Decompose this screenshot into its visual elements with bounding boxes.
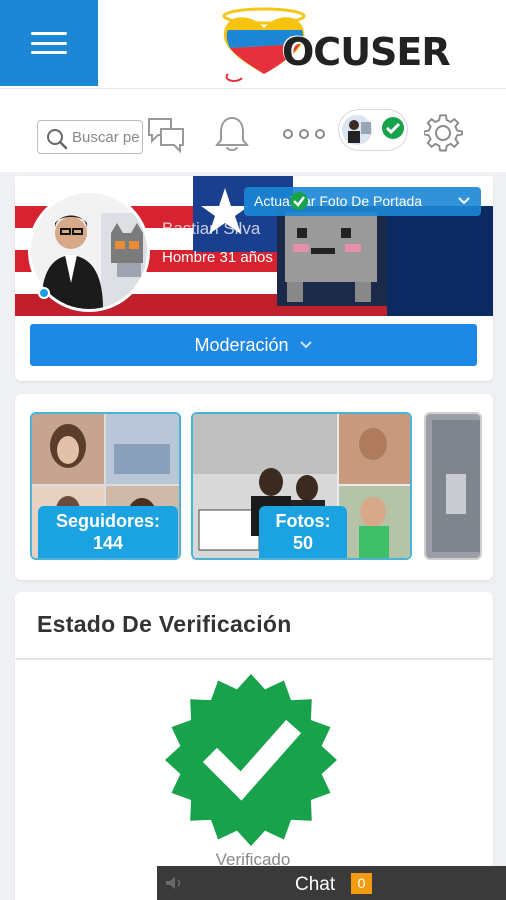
update-cover-button[interactable]: Actualizar Foto De Portada	[244, 187, 481, 216]
brand-logo[interactable]: OCUSER	[212, 4, 451, 86]
followers-stat: Seguidores: 144	[38, 506, 178, 558]
followers-label: Seguidores:	[55, 511, 161, 531]
photos-count: 50	[292, 533, 314, 553]
extra-thumbnail	[426, 414, 480, 558]
online-status-dot	[38, 287, 50, 299]
more-dots-icon[interactable]	[282, 128, 326, 140]
followers-tile[interactable]: Seguidores: 144	[30, 412, 181, 560]
moderation-button[interactable]: Moderación	[30, 324, 477, 366]
chevron-down-icon	[299, 341, 312, 349]
profile-name: Bastian Silva	[162, 219, 261, 238]
chevron-down-icon	[458, 197, 470, 205]
gear-icon[interactable]	[424, 114, 464, 154]
update-cover-label: Actualizar Foto De Portada	[254, 193, 423, 209]
chat-bubbles-icon[interactable]	[146, 116, 186, 154]
search-box[interactable]	[37, 120, 143, 154]
photos-tile[interactable]: Fotos: 50	[191, 412, 412, 560]
search-icon	[47, 129, 68, 150]
user-avatar-button[interactable]	[338, 109, 408, 151]
followers-count: 144	[92, 533, 124, 553]
verified-check-icon	[290, 192, 308, 210]
extra-tile[interactable]	[424, 412, 482, 560]
verification-title: Estado De Verificación	[37, 611, 292, 637]
profile-gender-age: Hombre 31 años	[162, 249, 273, 266]
chat-count-badge: 0	[351, 873, 372, 894]
menu-button[interactable]	[0, 0, 98, 86]
search-input[interactable]	[72, 127, 142, 147]
profile-country: Chile	[162, 275, 197, 292]
photos-stat: Fotos: 50	[259, 506, 347, 558]
chat-bar[interactable]: Chat 0	[157, 866, 506, 900]
bell-icon[interactable]	[214, 114, 250, 154]
verified-check-icon	[382, 117, 404, 139]
moderation-label: Moderación	[194, 334, 289, 355]
photos-label: Fotos:	[275, 511, 331, 531]
menu-icon	[31, 32, 67, 54]
brand-name: OCUSER	[282, 30, 451, 74]
app-bar: OCUSER	[0, 0, 506, 88]
speaker-icon[interactable]	[165, 876, 183, 890]
verified-badge-icon	[165, 674, 337, 846]
chat-label: Chat	[295, 874, 336, 895]
